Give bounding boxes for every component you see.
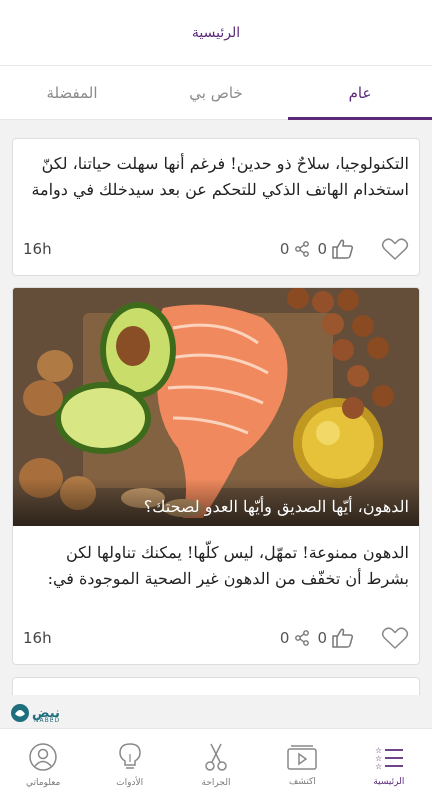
thumbs-up-icon: [332, 239, 353, 259]
nav-discover[interactable]: اكتشف: [259, 729, 345, 800]
share-count: 0: [279, 240, 290, 258]
feed[interactable]: التكنولوجيا، سلاحٌ ذو حدين! فرغم أنها سه…: [0, 120, 432, 695]
nav-my-info[interactable]: معلوماتي: [0, 729, 86, 800]
bottom-nav: معلوماتي الأدوات الجراحة اكتشف ☆ ☆ ☆ الرئي…: [0, 728, 432, 800]
post-actions: 16h 0 0: [13, 234, 419, 264]
video-icon: [287, 744, 318, 770]
logo-mark-icon: [11, 704, 29, 722]
nav-label: الجراحة: [201, 777, 231, 788]
nav-surgery[interactable]: الجراحة: [173, 729, 259, 800]
post-time: 16h: [23, 629, 52, 647]
scissors-icon: [205, 743, 227, 771]
nav-tools[interactable]: الأدوات: [86, 729, 172, 800]
nav-label: معلوماتي: [26, 777, 61, 788]
heart-icon: [381, 238, 409, 260]
like-count: 0: [317, 629, 327, 647]
nav-label: الأدوات: [116, 777, 144, 788]
share-icon: [295, 241, 310, 257]
tab-private[interactable]: خاص بي: [144, 66, 288, 119]
post-time: 16h: [23, 240, 52, 258]
post-card[interactable]: التكنولوجيا، سلاحٌ ذو حدين! فرغم أنها سه…: [12, 138, 420, 276]
post-card[interactable]: الدهون، أيّها الصديق وأيّها العدو لصحتك؟…: [12, 287, 420, 665]
like-count: 0: [317, 240, 327, 258]
tab-public[interactable]: عام: [288, 66, 432, 120]
share-icon: [295, 630, 310, 646]
nav-label: الرئيسية: [373, 776, 405, 787]
heart-icon: [381, 627, 409, 649]
tab-bar: المفضلة خاص بي عام: [0, 66, 432, 120]
post-text[interactable]: الدهون ممنوعة! تمهّل، ليس كلّها! يمكنك ت…: [13, 526, 419, 606]
tab-favorites[interactable]: المفضلة: [0, 66, 144, 119]
page-title: الرئيسية: [191, 24, 241, 41]
share-button[interactable]: 0: [280, 240, 312, 258]
image-caption: الدهون، أيّها الصديق وأيّها العدو لصحتك؟: [143, 497, 409, 516]
like-button[interactable]: 0: [317, 627, 355, 649]
post-text[interactable]: التكنولوجيا، سلاحٌ ذو حدين! فرغم أنها سه…: [13, 139, 419, 201]
lightbulb-icon: [118, 742, 141, 769]
share-button[interactable]: 0: [280, 629, 312, 647]
favorite-button[interactable]: [381, 237, 409, 261]
svg-text:☆: ☆: [375, 762, 382, 771]
favorite-button[interactable]: [381, 626, 409, 650]
share-count: 0: [279, 629, 290, 647]
nav-label: اكتشف: [288, 776, 316, 787]
logo-latin-text: NABED: [34, 717, 61, 724]
nav-home[interactable]: ☆ ☆ ☆ الرئيسية: [346, 729, 432, 800]
image-caption-overlay: الدهون، أيّها الصديق وأيّها العدو لصحتك؟: [13, 478, 419, 526]
post-card[interactable]: [12, 677, 420, 695]
post-actions: 16h 0 0: [13, 623, 419, 653]
home-list-icon: ☆☆☆: [375, 746, 403, 771]
user-icon: [29, 742, 57, 771]
top-bar: الرئيسية: [0, 0, 432, 66]
post-image[interactable]: الدهون، أيّها الصديق وأيّها العدو لصحتك؟: [13, 288, 419, 526]
nabed-logo: نبض NABED: [10, 700, 70, 726]
thumbs-up-icon: [332, 628, 353, 648]
like-button[interactable]: 0: [317, 238, 355, 260]
